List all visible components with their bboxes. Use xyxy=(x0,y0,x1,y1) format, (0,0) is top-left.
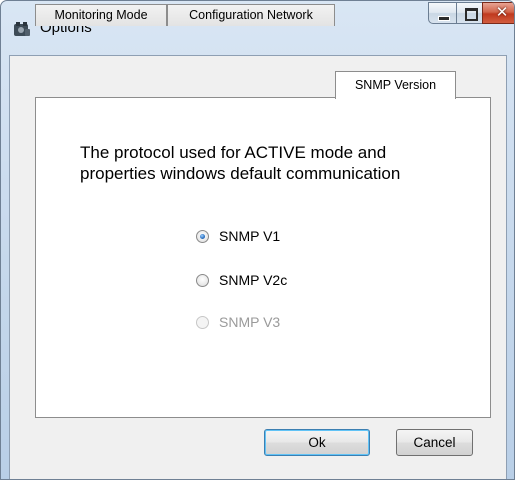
minimize-icon xyxy=(438,16,450,21)
ok-button[interactable]: Ok xyxy=(264,429,370,456)
maximize-icon xyxy=(465,8,478,21)
cancel-button[interactable]: Cancel xyxy=(396,429,473,456)
radio-label: SNMP V3 xyxy=(219,314,281,330)
minimize-button[interactable] xyxy=(428,2,457,24)
description-line-2: properties windows default communication xyxy=(80,164,401,183)
radio-label: SNMP V1 xyxy=(219,228,281,244)
radio-label: SNMP V2c xyxy=(219,272,288,288)
maximize-button[interactable] xyxy=(456,2,483,24)
protocol-description: The protocol used for ACTIVE mode and pr… xyxy=(80,142,460,184)
radio-button[interactable] xyxy=(196,273,209,287)
radio-button[interactable] xyxy=(196,229,209,243)
tab-monitoring-mode[interactable]: Monitoring Mode xyxy=(35,4,167,26)
radio-snmp-v2c[interactable]: SNMP V2c xyxy=(196,270,287,290)
close-icon: ✕ xyxy=(495,4,509,21)
close-button[interactable]: ✕ xyxy=(482,2,514,24)
description-line-1: The protocol used for ACTIVE mode and xyxy=(80,143,387,162)
tab-configuration-network[interactable]: Configuration Network xyxy=(167,4,335,26)
radio-snmp-v3: SNMP V3 xyxy=(196,312,280,332)
tab-snmp-version[interactable]: SNMP Version xyxy=(335,71,456,99)
radio-button xyxy=(196,315,209,329)
app-icon xyxy=(14,22,30,36)
radio-snmp-v1[interactable]: SNMP V1 xyxy=(196,226,280,246)
